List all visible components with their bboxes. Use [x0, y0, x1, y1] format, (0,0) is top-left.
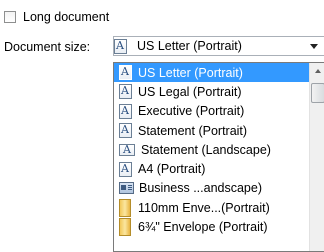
document-size-options: US Letter (Portrait) US Legal (Portrait)…	[114, 63, 309, 237]
envelope-icon	[119, 198, 131, 217]
list-item-executive-portrait[interactable]: Executive (Portrait)	[114, 102, 309, 121]
portrait-document-icon	[119, 103, 132, 119]
list-item-110mm-envelope-portrait[interactable]: 110mm Enve...(Portrait)	[114, 198, 309, 217]
list-item-business-card-landscape[interactable]: Business ...andscape)	[114, 179, 309, 198]
portrait-document-icon	[119, 161, 132, 177]
long-document-option[interactable]: Long document	[4, 8, 109, 26]
list-item-label: Statement (Portrait)	[138, 123, 248, 138]
list-item-label: US Letter (Portrait)	[138, 65, 243, 80]
dropdown-scrollbar[interactable]	[309, 63, 324, 251]
list-item-label: Statement (Landscape)	[141, 142, 271, 157]
list-item-label: Business ...andscape)	[139, 181, 262, 196]
list-item-statement-portrait[interactable]: Statement (Portrait)	[114, 121, 309, 140]
document-size-selected-value: US Letter (Portrait)	[137, 39, 242, 53]
list-item-a4-portrait[interactable]: A4 (Portrait)	[114, 159, 309, 178]
document-size-label: Document size:	[4, 40, 91, 54]
portrait-document-icon	[119, 84, 132, 100]
list-item-label: A4 (Portrait)	[138, 162, 206, 177]
list-item-us-letter-portrait[interactable]: US Letter (Portrait)	[114, 63, 309, 83]
long-document-label: Long document	[23, 10, 110, 24]
list-item-label: 110mm Enve...(Portrait)	[138, 200, 270, 215]
document-size-dropdown-list[interactable]: US Letter (Portrait) US Legal (Portrait)…	[113, 62, 324, 252]
long-document-checkbox[interactable]	[4, 11, 16, 23]
portrait-document-icon	[114, 38, 127, 54]
portrait-document-icon	[119, 65, 132, 81]
scroll-up-icon[interactable]	[310, 63, 324, 80]
landscape-document-icon	[119, 143, 135, 156]
list-item-label: US Legal (Portrait)	[138, 84, 242, 99]
dropdown-arrow-icon[interactable]	[310, 44, 318, 49]
scroll-thumb[interactable]	[311, 83, 324, 103]
portrait-document-icon	[119, 123, 132, 139]
list-item-label: Executive (Portrait)	[138, 104, 245, 119]
envelope-icon	[119, 218, 131, 237]
document-size-select[interactable]: US Letter (Portrait)	[113, 36, 324, 56]
list-item-6-3-4-envelope-portrait[interactable]: 6¾" Envelope (Portrait)	[114, 217, 309, 237]
business-card-icon	[119, 182, 134, 195]
list-item-label: 6¾" Envelope (Portrait)	[138, 220, 268, 235]
list-item-statement-landscape[interactable]: Statement (Landscape)	[114, 140, 309, 159]
list-item-us-legal-portrait[interactable]: US Legal (Portrait)	[114, 82, 309, 101]
